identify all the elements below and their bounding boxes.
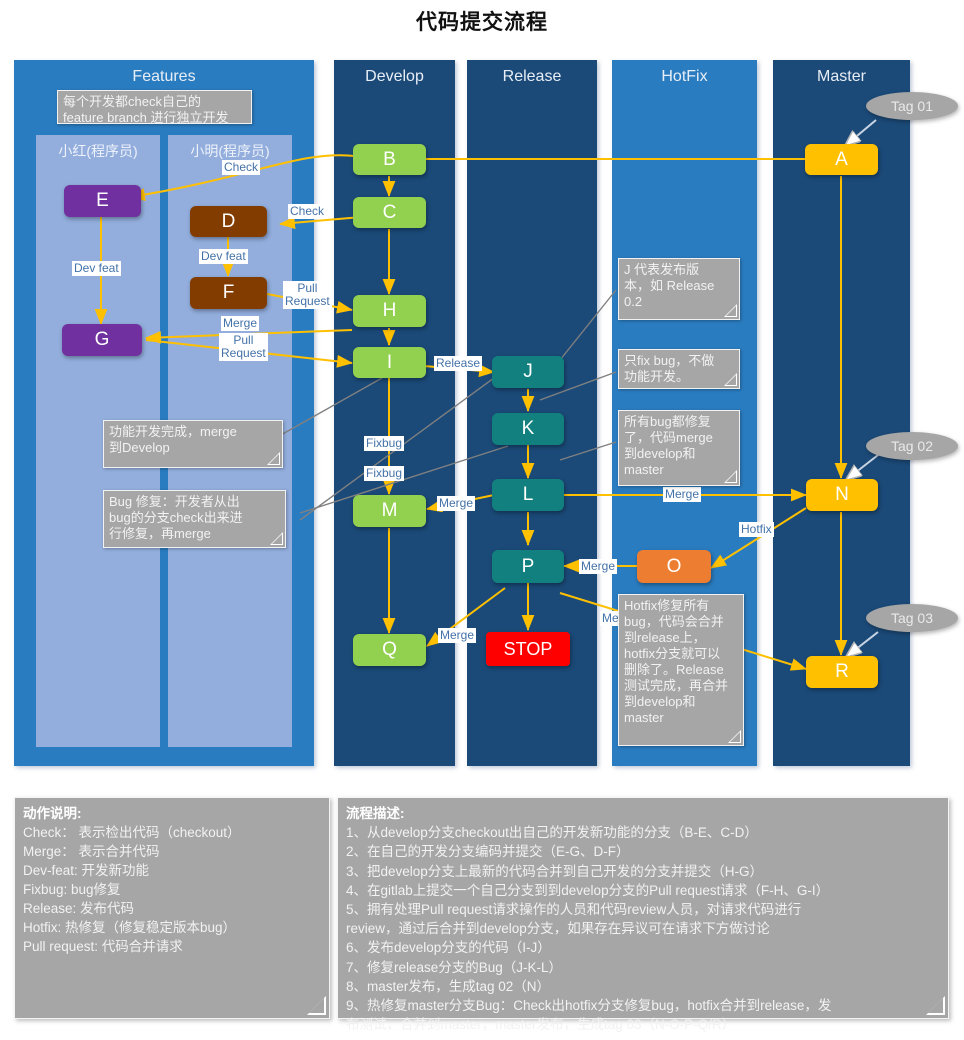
node-R[interactable]: R: [806, 656, 878, 688]
lane-title-hotfix: HotFix: [661, 68, 708, 85]
legend-actions-line-1: Merge： 表示合并代码: [23, 844, 160, 859]
legend-flow-line-0: 1、从develop分支checkout出自己的开发新功能的分支（B-E、C-D…: [346, 825, 758, 841]
node-STOP[interactable]: STOP: [486, 632, 570, 666]
edge-label-pull-request-g: Pull Request: [219, 333, 268, 361]
legend-flow: 流程描述: 1、从develop分支checkout出自己的开发新功能的分支（B…: [337, 797, 949, 1032]
edge-label-merge-g: Merge: [221, 316, 260, 331]
legend-actions-heading: 动作说明:: [23, 806, 82, 821]
note-bug-fix: Bug 修复：开发者从出 bug的分支check出来进 行修复，再merge: [103, 490, 286, 548]
node-O[interactable]: O: [637, 550, 711, 583]
note-all-bug-fixed: 所有bug都修复 了，代码merge 到develop和 master: [618, 410, 740, 486]
node-B[interactable]: B: [353, 144, 426, 175]
legend-flow-line-4: 5、拥有处理Pull request请求操作的人员和代码review人员，对请求…: [346, 902, 802, 918]
legend-actions-line-5: Hotfix: 热修复（修复稳定版本bug）: [23, 920, 237, 935]
edge-label-pull-request-f: Pull Request: [283, 281, 332, 309]
legend-flow-line-10: 布测试，合并到master，master发布，生成tag 03（N-O-P-Q/…: [346, 1017, 736, 1033]
node-E[interactable]: E: [64, 185, 141, 217]
node-I[interactable]: I: [353, 347, 426, 378]
lane-title-release: Release: [502, 68, 562, 85]
legend-flow-line-1: 2、在自己的开发分支编码并提交（E-G、D-F）: [346, 844, 630, 860]
diagram-canvas: 代码提交流程 Features Develop Release HotFix M…: [0, 0, 964, 1032]
node-L[interactable]: L: [492, 479, 564, 511]
lane-title-master: Master: [817, 68, 866, 85]
edge-label-release-ij: Release: [434, 356, 483, 371]
edge-label-dev-feat-d: Dev feat: [199, 249, 248, 264]
legend-actions-line-2: Dev-feat: 开发新功能: [23, 863, 150, 878]
edge-label-merge-ln: Merge: [663, 487, 702, 502]
tag-01: Tag 01: [866, 92, 958, 120]
node-F[interactable]: F: [190, 277, 267, 309]
node-N[interactable]: N: [806, 479, 878, 511]
note-only-fix-bug-text: 只fix bug，不做 功能开发。: [624, 353, 715, 384]
edge-label-dev-feat-e: Dev feat: [72, 261, 121, 276]
note-merge-to-develop: 功能开发完成，merge 到Develop: [103, 420, 283, 468]
tag-03: Tag 03: [866, 604, 958, 632]
legend-actions-line-4: Release: 发布代码: [23, 901, 135, 916]
page-title: 代码提交流程: [416, 11, 548, 34]
edge-label-fixbug-1: Fixbug: [364, 436, 405, 451]
note-features-top-text: 每个开发都check自己的 feature branch 进行独立开发: [63, 94, 229, 125]
node-P[interactable]: P: [492, 550, 564, 583]
legend-flow-line-5: review，通过后合并到develop分支，如果存在异议可在请求下方做讨论: [346, 921, 770, 937]
edge-label-merge-lm: Merge: [437, 496, 476, 511]
note-all-bug-fixed-text: 所有bug都修复 了，代码merge 到develop和 master: [624, 414, 713, 477]
legend-flow-line-9: 9、热修复master分支Bug：Check出hotfix分支修复bug，hot…: [346, 998, 832, 1014]
legend-flow-heading: 流程描述:: [346, 806, 405, 821]
note-features-top: 每个开发都check自己的 feature branch 进行独立开发: [57, 90, 252, 125]
note-j-release: J 代表发布版 本，如 Release 0.2: [618, 258, 740, 320]
edge-label-check-e: Check: [222, 160, 261, 175]
node-G[interactable]: G: [62, 324, 142, 356]
edge-label-fixbug-2: Fixbug: [364, 466, 405, 481]
subpanel-title-xiaohong: 小红(程序员): [58, 143, 138, 159]
node-H[interactable]: H: [353, 295, 426, 327]
legend-actions-line-3: Fixbug: bug修复: [23, 882, 121, 897]
edge-label-merge-op: Merge: [579, 559, 618, 574]
note-bug-fix-text: Bug 修复：开发者从出 bug的分支check出来进 行修复，再merge: [109, 494, 243, 541]
legend-actions-line-0: Check： 表示检出代码（checkout）: [23, 825, 241, 840]
legend-flow-line-8: 8、master发布，生成tag 02（N）: [346, 978, 551, 994]
node-Q[interactable]: Q: [353, 634, 426, 666]
legend-flow-line-6: 6、发布develop分支的代码（I-J）: [346, 940, 551, 956]
node-J[interactable]: J: [492, 356, 564, 388]
node-C[interactable]: C: [353, 197, 426, 228]
node-D[interactable]: D: [190, 206, 267, 237]
note-merge-to-develop-text: 功能开发完成，merge 到Develop: [109, 424, 237, 455]
legend-flow-line-2: 3、把develop分支上最新的代码合并到自己开发的分支并提交（H-G）: [346, 863, 764, 879]
edge-label-hotfix-no: Hotfix: [739, 522, 774, 537]
legend-flow-line-3: 4、在gitlab上提交一个自己分支到到develop分支的Pull reque…: [346, 882, 830, 898]
lane-title-features: Features: [132, 68, 196, 85]
note-j-release-text: J 代表发布版 本，如 Release 0.2: [624, 262, 715, 309]
edge-label-check-d: Check: [288, 204, 327, 219]
legend-flow-line-7: 7、修复release分支的Bug（J-K-L）: [346, 959, 563, 975]
lane-title-develop: Develop: [365, 68, 424, 85]
node-M[interactable]: M: [353, 495, 426, 527]
edge-label-merge-pq: Merge: [438, 628, 477, 643]
note-only-fix-bug: 只fix bug，不做 功能开发。: [618, 349, 740, 389]
tag-02: Tag 02: [866, 432, 958, 460]
legend-actions: 动作说明: Check： 表示检出代码（checkout） Merge： 表示合…: [14, 797, 330, 1019]
node-A[interactable]: A: [805, 144, 878, 175]
legend-actions-line-6: Pull request: 代码合并请求: [23, 939, 183, 954]
node-K[interactable]: K: [492, 413, 564, 445]
note-hotfix: Hotfix修复所有 bug，代码会合并 到release上， hotfix分支…: [618, 594, 744, 746]
subpanel-title-xiaoming: 小明(程序员): [190, 143, 270, 159]
note-hotfix-text: Hotfix修复所有 bug，代码会合并 到release上， hotfix分支…: [624, 598, 729, 725]
